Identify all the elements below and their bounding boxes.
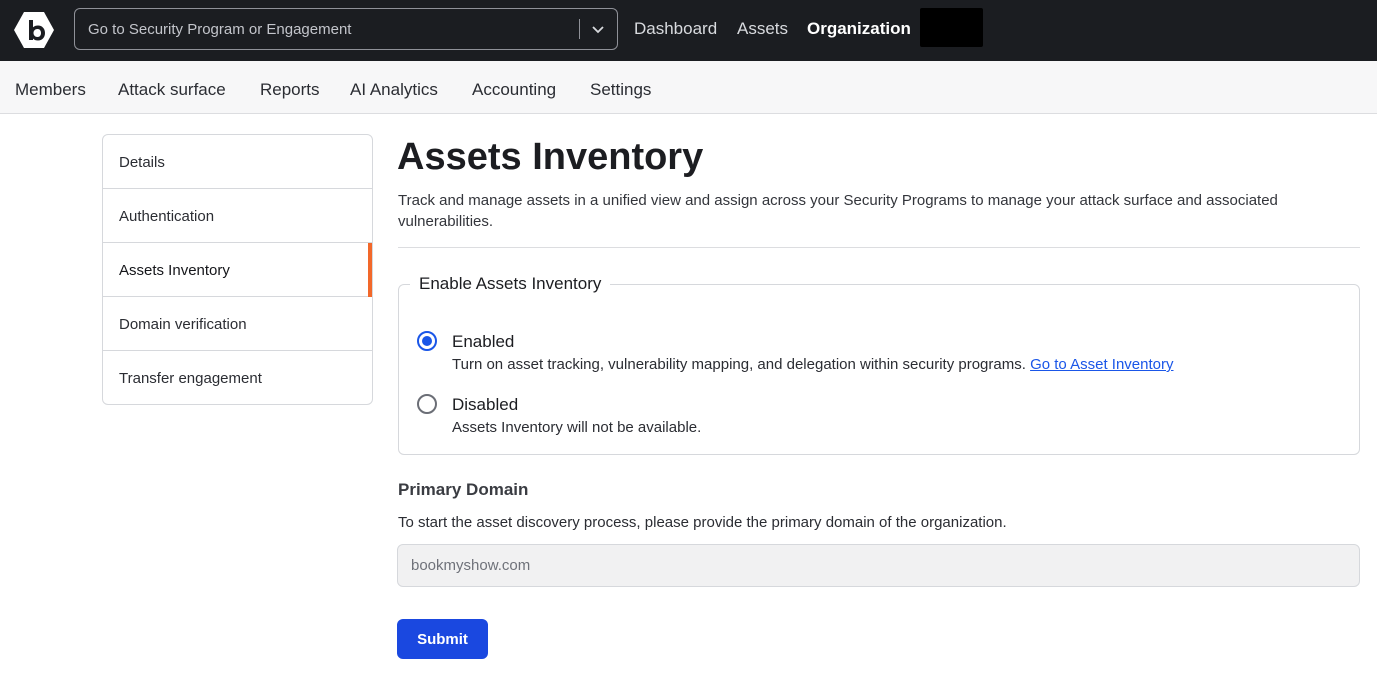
subnav-ai-analytics[interactable]: AI Analytics <box>350 80 438 100</box>
sidebar-item-transfer-engagement[interactable]: Transfer engagement <box>103 351 372 404</box>
subnav-reports[interactable]: Reports <box>260 80 320 100</box>
sidebar-item-label: Authentication <box>119 208 215 225</box>
disabled-radio[interactable] <box>417 394 437 414</box>
page-description: Track and manage assets in a unified vie… <box>398 192 1278 230</box>
enabled-radio[interactable] <box>417 331 437 351</box>
program-search-combobox[interactable]: Go to Security Program or Engagement <box>74 8 618 50</box>
sidebar-item-label: Details <box>119 154 165 171</box>
redacted-account-block[interactable] <box>920 8 983 47</box>
subnav-members[interactable]: Members <box>15 80 86 100</box>
search-placeholder: Go to Security Program or Engagement <box>88 21 352 38</box>
sidebar-item-label: Domain verification <box>119 316 247 333</box>
sidebar-item-domain-verification[interactable]: Domain verification <box>103 297 372 351</box>
top-bar: Go to Security Program or Engagement Das… <box>0 0 1377 61</box>
primary-domain-label: Primary Domain <box>398 480 529 499</box>
subnav-accounting[interactable]: Accounting <box>472 80 556 100</box>
chevron-down-icon[interactable] <box>589 19 607 39</box>
enabled-help-copy: Turn on asset tracking, vulnerability ma… <box>452 356 1026 373</box>
page-title: Assets Inventory <box>397 136 704 178</box>
nav-assets[interactable]: Assets <box>737 19 788 39</box>
primary-domain-help: To start the asset discovery process, pl… <box>398 514 1007 531</box>
sidebar-item-details[interactable]: Details <box>103 135 372 189</box>
enabled-help-text: Turn on asset tracking, vulnerability ma… <box>452 356 1174 373</box>
sidebar-item-label: Transfer engagement <box>119 370 262 387</box>
disabled-help-text: Assets Inventory will not be available. <box>452 419 702 436</box>
settings-sidebar: Details Authentication Assets Inventory … <box>102 134 373 405</box>
primary-domain-input[interactable] <box>397 544 1360 587</box>
search-divider <box>579 19 580 39</box>
bugcrowd-logo-icon[interactable] <box>14 11 54 49</box>
go-to-asset-inventory-link[interactable]: Go to Asset Inventory <box>1030 356 1173 373</box>
disabled-radio-label[interactable]: Disabled <box>452 395 518 415</box>
organization-subnav: Members Attack surface Reports AI Analyt… <box>0 61 1377 114</box>
nav-organization[interactable]: Organization <box>807 19 911 39</box>
sidebar-item-authentication[interactable]: Authentication <box>103 189 372 243</box>
subnav-settings[interactable]: Settings <box>590 80 651 100</box>
fieldset-legend: Enable Assets Inventory <box>410 274 611 294</box>
submit-button[interactable]: Submit <box>397 619 488 659</box>
divider <box>398 247 1360 248</box>
sidebar-item-label: Assets Inventory <box>119 262 230 279</box>
subnav-attack-surface[interactable]: Attack surface <box>118 80 226 100</box>
nav-dashboard[interactable]: Dashboard <box>634 19 717 39</box>
sidebar-item-assets-inventory[interactable]: Assets Inventory <box>103 243 372 297</box>
enabled-radio-label[interactable]: Enabled <box>452 332 514 352</box>
